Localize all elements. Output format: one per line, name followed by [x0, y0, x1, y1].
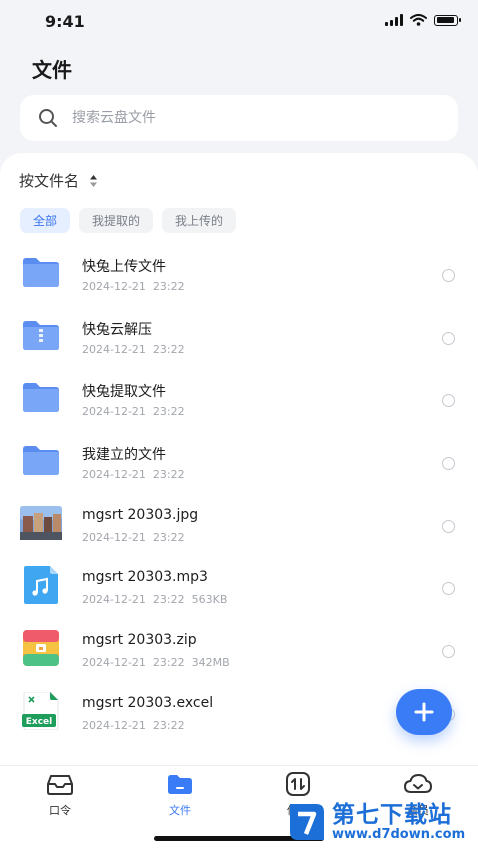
file-date: 2024-12-21 23:22 — [82, 342, 185, 356]
search-input[interactable] — [70, 109, 434, 127]
select-radio[interactable] — [442, 331, 455, 345]
file-meta: 2024-12-21 23:22 342MB — [82, 656, 230, 669]
folder-icon — [23, 446, 59, 476]
file-row[interactable]: 快兔上传文件 2024-12-21 23:22 — [0, 240, 478, 303]
file-date: 2024-12-21 23:22 — [82, 405, 185, 419]
file-name: 快兔提取文件 — [82, 384, 166, 401]
select-radio[interactable] — [442, 394, 455, 408]
watermark: 第七下载站 www.d7down.com — [286, 800, 465, 844]
file-date: 2024-12-21 23:22 — [82, 468, 185, 482]
file-row[interactable]: 快兔提取文件 2024-12-21 23:22 — [0, 365, 478, 428]
file-meta: 2024-12-21 23:22 563KB — [82, 593, 227, 606]
music-file-icon — [24, 566, 58, 605]
filter-chips: 全部 我提取的 我上传的 — [20, 208, 237, 233]
file-meta: 2024-12-21 23:22 — [82, 343, 185, 356]
filter-extracted[interactable]: 我提取的 — [79, 208, 154, 233]
search-bar[interactable] — [20, 95, 458, 141]
file-name: 快兔上传文件 — [82, 259, 166, 275]
select-radio[interactable] — [442, 519, 455, 533]
file-name: mgsrt 20303.jpg — [82, 506, 199, 523]
folder-icon — [23, 258, 59, 287]
status-bar: 9:41 — [0, 0, 478, 44]
zip-folder-icon — [23, 320, 59, 350]
image-thumbnail — [20, 505, 62, 540]
tab-files[interactable]: 文件 — [140, 772, 220, 818]
file-name: mgsrt 20303.mp3 — [82, 569, 208, 586]
file-name: mgsrt 20303.excel — [82, 694, 214, 711]
add-button[interactable] — [396, 689, 452, 735]
search-icon — [39, 109, 57, 127]
transfer-icon — [286, 772, 310, 796]
file-meta: 2024-12-21 23:22 — [82, 280, 185, 293]
svg-text:Excel: Excel — [26, 717, 52, 727]
sort-control[interactable]: 按文件名 — [19, 170, 98, 191]
file-row[interactable]: mgsrt 20303.mp3 2024-12-21 23:22 563KB — [0, 553, 478, 616]
excel-file-icon: Excel — [22, 691, 59, 730]
file-date: 2024-12-21 23:22 — [82, 593, 185, 607]
file-size: 342MB — [191, 656, 230, 670]
sort-toggle-icon — [90, 174, 98, 187]
file-date: 2024-12-21 23:22 — [82, 530, 185, 544]
sort-label: 按文件名 — [19, 172, 80, 190]
file-size: 563KB — [191, 593, 228, 607]
file-name: 快兔云解压 — [82, 321, 152, 338]
page-title: 文件 — [32, 58, 72, 82]
file-row[interactable]: mgsrt 20303.jpg 2024-12-21 23:22 — [0, 491, 478, 554]
file-date: 2024-12-21 23:22 — [82, 718, 185, 732]
tab-label: 口令 — [49, 804, 71, 817]
watermark-logo — [290, 804, 324, 840]
tab-label: 文件 — [169, 804, 191, 817]
status-icons — [385, 14, 461, 26]
watermark-title: 第七下载站 — [332, 802, 452, 828]
file-name: mgsrt 20303.zip — [82, 632, 197, 649]
watermark-url: www.d7down.com — [332, 827, 466, 842]
file-row[interactable]: mgsrt 20303.zip 2024-12-21 23:22 342MB — [0, 616, 478, 679]
cellular-signal-icon — [385, 14, 403, 26]
folder-icon — [23, 383, 59, 413]
file-name: 我建立的文件 — [82, 447, 166, 464]
battery-icon — [434, 14, 461, 26]
select-radio[interactable] — [442, 645, 455, 659]
filter-all[interactable]: 全部 — [20, 208, 71, 233]
file-meta: 2024-12-21 23:22 — [82, 719, 185, 732]
plus-icon — [414, 702, 434, 722]
zip-file-icon — [23, 630, 59, 667]
folder-tab-icon — [168, 775, 192, 794]
file-meta: 2024-12-21 23:22 — [82, 405, 185, 418]
status-time: 9:41 — [45, 12, 85, 31]
select-radio[interactable] — [442, 269, 455, 282]
file-panel: 按文件名 全部 我提取的 我上传的 快兔上传文件 2024-12-21 23:2… — [0, 153, 478, 765]
select-radio[interactable] — [442, 582, 455, 596]
file-meta: 2024-12-21 23:22 — [82, 468, 185, 481]
cloud-icon — [404, 774, 432, 793]
file-row[interactable]: 快兔云解压 2024-12-21 23:22 — [0, 303, 478, 366]
file-list: 快兔上传文件 2024-12-21 23:22 快兔云解压 2024-12-21… — [0, 240, 478, 742]
tab-code[interactable]: 口令 — [20, 772, 100, 818]
file-meta: 2024-12-21 23:22 — [82, 531, 185, 544]
filter-uploaded[interactable]: 我上传的 — [162, 208, 237, 233]
file-row[interactable]: 我建立的文件 2024-12-21 23:22 — [0, 428, 478, 491]
wifi-icon — [410, 14, 427, 26]
file-date: 2024-12-21 23:22 — [82, 280, 185, 293]
inbox-icon — [47, 775, 73, 795]
select-radio[interactable] — [442, 457, 455, 471]
file-date: 2024-12-21 23:22 — [82, 656, 185, 670]
